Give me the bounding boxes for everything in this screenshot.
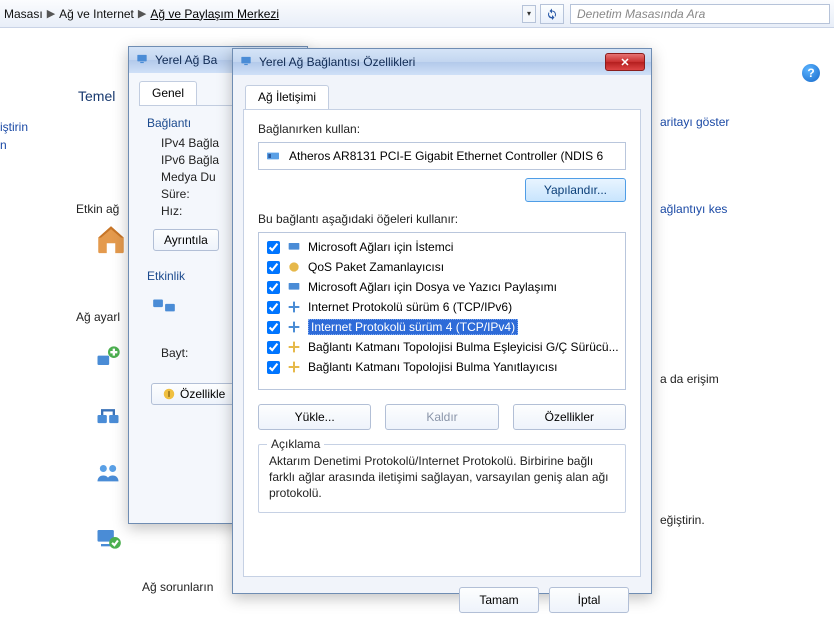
- label-access-frag: a da erişim: [660, 372, 719, 386]
- label-uses-items: Bu bağlantı aşağıdaki öğeleri kullanır:: [258, 212, 626, 226]
- nic-icon: [265, 148, 281, 164]
- label-network-settings: Ağ ayarl: [76, 310, 120, 324]
- sidebar-link-frag[interactable]: iştirin: [0, 120, 28, 134]
- breadcrumb-dropdown[interactable]: ▾: [522, 5, 536, 23]
- window-title: Yerel Ağ Bağlantısı Özellikleri: [259, 55, 415, 69]
- adapter-name: Atheros AR8131 PCI-E Gigabit Ethernet Co…: [289, 149, 603, 163]
- label-change-frag: eğiştirin.: [660, 513, 705, 527]
- configure-button[interactable]: Yapılandır...: [525, 178, 626, 202]
- item-label: Internet Protokolü sürüm 4 (TCP/IPv4): [308, 319, 518, 335]
- item-checkbox[interactable]: [267, 321, 280, 334]
- service-icon: [286, 259, 302, 275]
- client-icon: [286, 239, 302, 255]
- breadcrumb-seg-current[interactable]: Ağ ve Paylaşım Merkezi: [150, 7, 279, 21]
- breadcrumb-seg[interactable]: Masası: [4, 7, 43, 21]
- list-item[interactable]: Microsoft Ağları için İstemci: [263, 237, 621, 257]
- list-item[interactable]: QoS Paket Zamanlayıcısı: [263, 257, 621, 277]
- list-item[interactable]: Internet Protokolü sürüm 6 (TCP/IPv6): [263, 297, 621, 317]
- label-troubleshoot-frag: Ağ sorunların: [142, 580, 213, 594]
- disconnect-link[interactable]: ağlantıyı kes: [660, 202, 727, 216]
- network-icon: [239, 54, 253, 71]
- install-button[interactable]: Yükle...: [258, 404, 371, 430]
- connect-icon: [94, 401, 122, 432]
- close-button[interactable]: ✕: [605, 53, 645, 71]
- chevron-right-icon: ▶: [138, 7, 146, 20]
- item-checkbox[interactable]: [267, 361, 280, 374]
- help-icon[interactable]: ?: [802, 64, 820, 82]
- label-connect-using: Bağlanırken kullan:: [258, 122, 626, 136]
- description-group: Açıklama Aktarım Denetimi Protokolü/Inte…: [258, 444, 626, 513]
- item-properties-button[interactable]: Özellikler: [513, 404, 626, 430]
- titlebar[interactable]: Yerel Ağ Bağlantısı Özellikleri ✕: [233, 49, 651, 75]
- window-title: Yerel Ağ Ba: [155, 53, 217, 67]
- list-item[interactable]: Bağlantı Katmanı Topolojisi Bulma Yanıtl…: [263, 357, 621, 377]
- item-checkbox[interactable]: [267, 341, 280, 354]
- address-bar: Masası ▶ Ağ ve Internet ▶ Ağ ve Paylaşım…: [0, 0, 834, 28]
- chevron-right-icon: ▶: [47, 7, 55, 20]
- breadcrumb[interactable]: Masası ▶ Ağ ve Internet ▶ Ağ ve Paylaşım…: [4, 7, 279, 21]
- description-legend: Açıklama: [267, 437, 324, 451]
- protocol-icon: [286, 339, 302, 355]
- tab-general[interactable]: Genel: [139, 81, 197, 105]
- list-item[interactable]: Bağlantı Katmanı Topolojisi Bulma Eşleyi…: [263, 337, 621, 357]
- house-icon: [94, 222, 128, 259]
- cancel-button[interactable]: İptal: [549, 587, 629, 613]
- refresh-button[interactable]: [540, 4, 564, 24]
- homegroup-icon: [94, 458, 122, 489]
- properties-button[interactable]: Özellikle: [151, 383, 236, 405]
- search-input[interactable]: Denetim Masasında Ara: [570, 4, 830, 24]
- add-network-icon: [94, 344, 122, 375]
- item-label: Microsoft Ağları için Dosya ve Yazıcı Pa…: [308, 280, 557, 294]
- item-label: Microsoft Ağları için İstemci: [308, 240, 453, 254]
- list-item-selected[interactable]: Internet Protokolü sürüm 4 (TCP/IPv4): [263, 317, 621, 337]
- protocol-icon: [286, 359, 302, 375]
- item-checkbox[interactable]: [267, 281, 280, 294]
- details-button[interactable]: Ayrıntıla: [153, 229, 219, 251]
- troubleshoot-icon: [94, 523, 122, 554]
- components-list[interactable]: Microsoft Ağları için İstemci QoS Paket …: [258, 232, 626, 390]
- item-checkbox[interactable]: [267, 241, 280, 254]
- properties-dialog: Yerel Ağ Bağlantısı Özellikleri ✕ Ağ İle…: [232, 48, 652, 594]
- network-icon: [135, 52, 149, 69]
- activity-icon: [151, 293, 177, 322]
- page-title-frag: Temel: [78, 88, 115, 104]
- uninstall-button: Kaldır: [385, 404, 498, 430]
- item-checkbox[interactable]: [267, 261, 280, 274]
- adapter-field[interactable]: Atheros AR8131 PCI-E Gigabit Ethernet Co…: [258, 142, 626, 170]
- item-label: QoS Paket Zamanlayıcısı: [308, 260, 444, 274]
- service-icon: [286, 279, 302, 295]
- list-item[interactable]: Microsoft Ağları için Dosya ve Yazıcı Pa…: [263, 277, 621, 297]
- tab-strip: Ağ İletişimi: [245, 85, 641, 110]
- description-text: Aktarım Denetimi Protokolü/Internet Prot…: [269, 453, 615, 502]
- ok-button[interactable]: Tamam: [459, 587, 539, 613]
- protocol-icon: [286, 319, 302, 335]
- protocol-icon: [286, 299, 302, 315]
- item-checkbox[interactable]: [267, 301, 280, 314]
- tab-networking[interactable]: Ağ İletişimi: [245, 85, 329, 109]
- item-label: Bağlantı Katmanı Topolojisi Bulma Yanıtl…: [308, 360, 557, 374]
- item-label: Bağlantı Katmanı Topolojisi Bulma Eşleyi…: [308, 340, 619, 354]
- view-map-link[interactable]: aritayı göster: [660, 115, 729, 129]
- label-active-networks: Etkin ağ: [76, 202, 119, 216]
- item-label: Internet Protokolü sürüm 6 (TCP/IPv6): [308, 300, 512, 314]
- sidebar-link-frag[interactable]: n: [0, 138, 7, 152]
- breadcrumb-seg[interactable]: Ağ ve Internet: [59, 7, 134, 21]
